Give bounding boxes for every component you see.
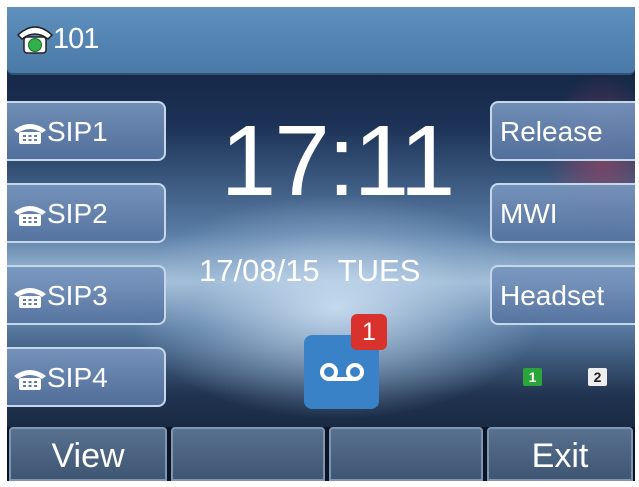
mwi-key[interactable]: MWI	[490, 183, 635, 243]
line-key-sip2[interactable]: SIP2	[7, 183, 166, 243]
softkey-2[interactable]	[171, 427, 325, 481]
phone-registered-icon	[16, 26, 54, 54]
account-indicator-1: 1	[523, 368, 542, 386]
clock-date: 17/08/15 TUES	[199, 253, 421, 288]
phone-icon	[14, 370, 46, 390]
phone-screen: 101 SIP1 SIP2 SIP3 SIP4 Release MWI Head…	[7, 7, 635, 481]
account-number: 101	[53, 23, 99, 55]
line-key-sip4[interactable]: SIP4	[7, 347, 166, 407]
softkey-view[interactable]: View	[9, 427, 167, 481]
clock-time: 17:11	[220, 105, 456, 217]
line-key-sip1[interactable]: SIP1	[7, 101, 166, 161]
line-key-sip3[interactable]: SIP3	[7, 265, 166, 325]
softkey-bar: View Exit	[7, 427, 635, 481]
voicemail-icon	[320, 363, 364, 381]
release-key[interactable]: Release	[490, 101, 635, 161]
phone-icon	[14, 206, 46, 226]
account-indicator-2: 2	[588, 368, 607, 386]
phone-icon	[14, 288, 46, 308]
softkey-3[interactable]	[329, 427, 483, 481]
headset-key-label: Headset	[500, 280, 605, 311]
softkey-exit[interactable]: Exit	[487, 427, 633, 481]
mwi-key-label: MWI	[500, 198, 558, 229]
voicemail-count-badge: 1	[351, 314, 387, 350]
line-key-label: SIP4	[47, 362, 108, 393]
line-key-label: SIP2	[47, 198, 108, 229]
line-key-label: SIP1	[47, 116, 108, 147]
release-key-label: Release	[500, 116, 603, 147]
phone-icon	[14, 124, 46, 144]
line-key-label: SIP3	[47, 280, 108, 311]
headset-key[interactable]: Headset	[490, 265, 635, 325]
status-bar: 101	[7, 7, 635, 75]
